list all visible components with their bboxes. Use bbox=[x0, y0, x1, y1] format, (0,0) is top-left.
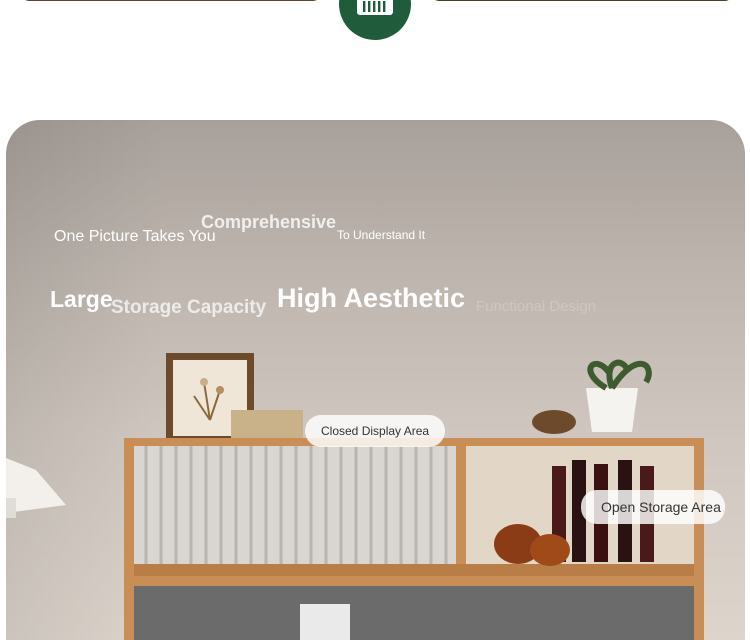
feature-storage-capacity: Storage Capacity bbox=[111, 297, 267, 318]
product-hero: One Picture Takes You Comprehensive To U… bbox=[6, 120, 745, 640]
cabinet-illustration bbox=[6, 353, 704, 640]
headline-understand: To Understand It bbox=[337, 228, 426, 242]
feature-high-aesthetic: High Aesthetic bbox=[277, 283, 466, 313]
callout-open-storage: Open Storage Area bbox=[581, 490, 725, 524]
cabinet-badge bbox=[339, 0, 411, 40]
feature-large: Large bbox=[50, 286, 113, 312]
headline-intro: One Picture Takes You bbox=[54, 228, 216, 245]
feature-functional-design: Functional Design bbox=[476, 298, 597, 315]
callout-closed-display: Closed Display Area bbox=[305, 415, 446, 447]
image-edge-right bbox=[432, 0, 732, 1]
headline-comprehensive: Comprehensive bbox=[201, 212, 337, 232]
image-edge-left bbox=[22, 0, 320, 1]
cabinet-icon bbox=[355, 0, 395, 22]
